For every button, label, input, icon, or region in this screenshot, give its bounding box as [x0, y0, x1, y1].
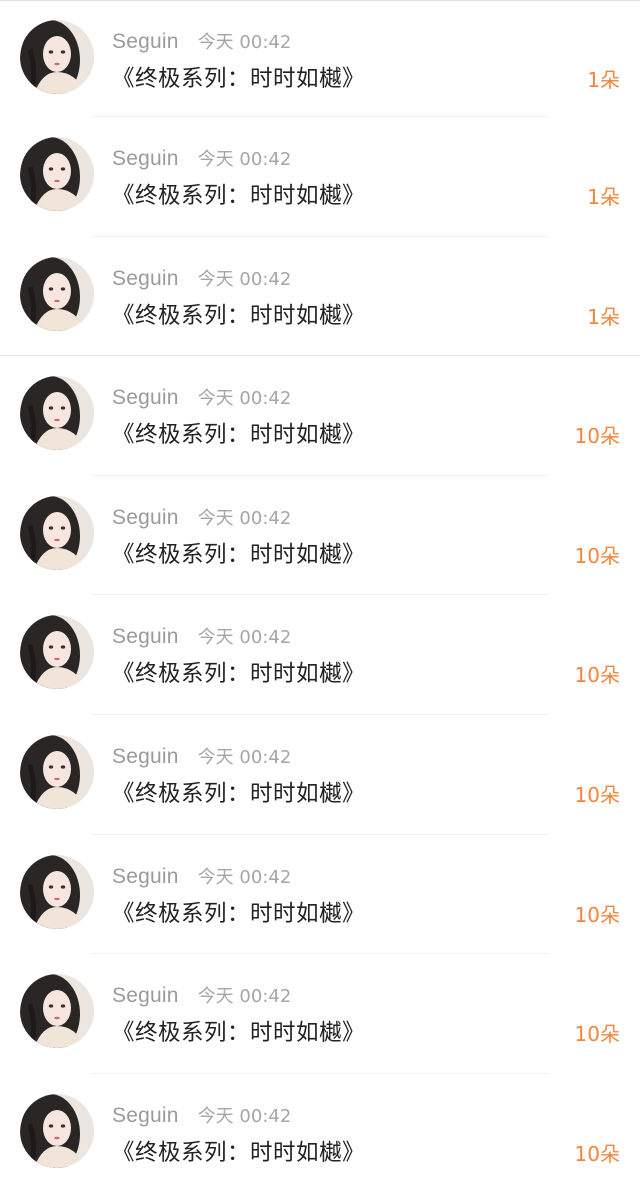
avatar-illustration [20, 256, 94, 331]
avatar-illustration [20, 854, 94, 929]
flower-count: 10朵 [574, 543, 620, 568]
user-avatar-icon[interactable] [20, 734, 94, 809]
user-avatar-icon[interactable] [20, 20, 94, 94]
list-item[interactable]: Seguin 今天 00:42 《终极系列：时时如樾》 10朵 [0, 476, 640, 596]
timestamp: 今天 00:42 [197, 627, 292, 649]
list-item[interactable]: Seguin 今天 00:42 《终极系列：时时如樾》 10朵 [0, 1074, 640, 1193]
avatar-illustration [20, 615, 94, 690]
user-avatar-icon[interactable] [20, 1093, 94, 1168]
item-meta: Seguin 今天 00:42 [112, 1102, 291, 1128]
user-avatar-icon[interactable] [20, 376, 94, 451]
item-meta: Seguin 今天 00:42 [112, 743, 291, 769]
timestamp: 今天 00:42 [197, 866, 292, 888]
avatar-illustration [20, 20, 94, 94]
user-name[interactable]: Seguin [112, 147, 179, 170]
timestamp: 今天 00:42 [197, 268, 292, 290]
item-meta: Seguin 今天 00:42 [112, 265, 291, 291]
avatar-illustration [20, 137, 94, 211]
avatar-illustration [20, 734, 94, 809]
user-avatar-icon[interactable] [20, 495, 94, 570]
avatar-illustration [20, 376, 94, 451]
avatar-illustration [20, 974, 94, 1049]
flower-count: 1朵 [587, 68, 620, 92]
timestamp: 今天 00:42 [197, 32, 292, 53]
user-name[interactable]: Seguin [112, 506, 179, 529]
list-item[interactable]: Seguin 今天 00:42 《终极系列：时时如樾》 1朵 [0, 237, 640, 357]
user-name[interactable]: Seguin [112, 745, 179, 768]
flower-count: 10朵 [574, 1022, 620, 1047]
work-title[interactable]: 《终极系列：时时如樾》 [112, 1135, 365, 1167]
user-avatar-icon[interactable] [20, 256, 94, 331]
work-title[interactable]: 《终极系列：时时如樾》 [112, 298, 365, 330]
user-name[interactable]: Seguin [112, 386, 179, 409]
work-title[interactable]: 《终极系列：时时如樾》 [112, 1015, 365, 1047]
timestamp: 今天 00:42 [197, 388, 292, 410]
flower-count: 10朵 [574, 424, 620, 449]
item-meta: Seguin 今天 00:42 [112, 504, 291, 530]
timestamp: 今天 00:42 [197, 1105, 292, 1127]
work-title[interactable]: 《终极系列：时时如樾》 [112, 61, 365, 93]
user-name[interactable]: Seguin [112, 865, 179, 888]
user-name[interactable]: Seguin [112, 267, 179, 290]
user-avatar-icon[interactable] [20, 854, 94, 929]
flower-count: 10朵 [574, 1141, 620, 1166]
flower-count: 10朵 [574, 782, 620, 807]
user-name[interactable]: Seguin [112, 625, 179, 648]
work-title[interactable]: 《终极系列：时时如樾》 [112, 896, 365, 928]
list-item[interactable]: Seguin 今天 00:42 《终极系列：时时如樾》 10朵 [0, 835, 640, 955]
list-item[interactable]: Seguin 今天 00:42 《终极系列：时时如樾》 10朵 [0, 356, 640, 476]
flower-count: 1朵 [587, 304, 620, 329]
user-name[interactable]: Seguin [112, 1104, 179, 1127]
list-item[interactable]: Seguin 今天 00:42 《终极系列：时时如樾》 1朵 [0, 0, 640, 117]
item-meta: Seguin 今天 00:42 [112, 623, 291, 649]
work-title[interactable]: 《终极系列：时时如樾》 [112, 178, 365, 210]
timestamp: 今天 00:42 [197, 149, 292, 170]
flower-count: 1朵 [587, 185, 620, 209]
timestamp: 今天 00:42 [197, 746, 292, 768]
timestamp: 今天 00:42 [197, 986, 292, 1008]
user-avatar-icon[interactable] [20, 615, 94, 690]
avatar-illustration [20, 1093, 94, 1168]
avatar-illustration [20, 495, 94, 570]
list-item[interactable]: Seguin 今天 00:42 《终极系列：时时如樾》 1朵 [0, 117, 640, 237]
user-name[interactable]: Seguin [112, 984, 179, 1007]
item-meta: Seguin 今天 00:42 [112, 982, 291, 1008]
item-meta: Seguin 今天 00:42 [112, 28, 291, 54]
work-title[interactable]: 《终极系列：时时如樾》 [112, 417, 365, 449]
flower-count: 10朵 [574, 663, 620, 688]
item-meta: Seguin 今天 00:42 [112, 863, 291, 889]
user-name[interactable]: Seguin [112, 30, 179, 53]
flower-count: 10朵 [574, 902, 620, 927]
item-meta: Seguin 今天 00:42 [112, 145, 291, 171]
list-item[interactable]: Seguin 今天 00:42 《终极系列：时时如樾》 10朵 [0, 954, 640, 1074]
item-meta: Seguin 今天 00:42 [112, 384, 291, 410]
list-item[interactable]: Seguin 今天 00:42 《终极系列：时时如樾》 10朵 [0, 595, 640, 715]
work-title[interactable]: 《终极系列：时时如樾》 [112, 776, 365, 808]
timestamp: 今天 00:42 [197, 507, 292, 529]
work-title[interactable]: 《终极系列：时时如樾》 [112, 537, 365, 569]
user-avatar-icon[interactable] [20, 137, 94, 211]
list-item[interactable]: Seguin 今天 00:42 《终极系列：时时如樾》 10朵 [0, 715, 640, 835]
work-title[interactable]: 《终极系列：时时如樾》 [112, 656, 365, 688]
user-avatar-icon[interactable] [20, 974, 94, 1049]
gift-record-list: Seguin 今天 00:42 《终极系列：时时如樾》 1朵 Seguin 今天… [0, 0, 640, 1193]
